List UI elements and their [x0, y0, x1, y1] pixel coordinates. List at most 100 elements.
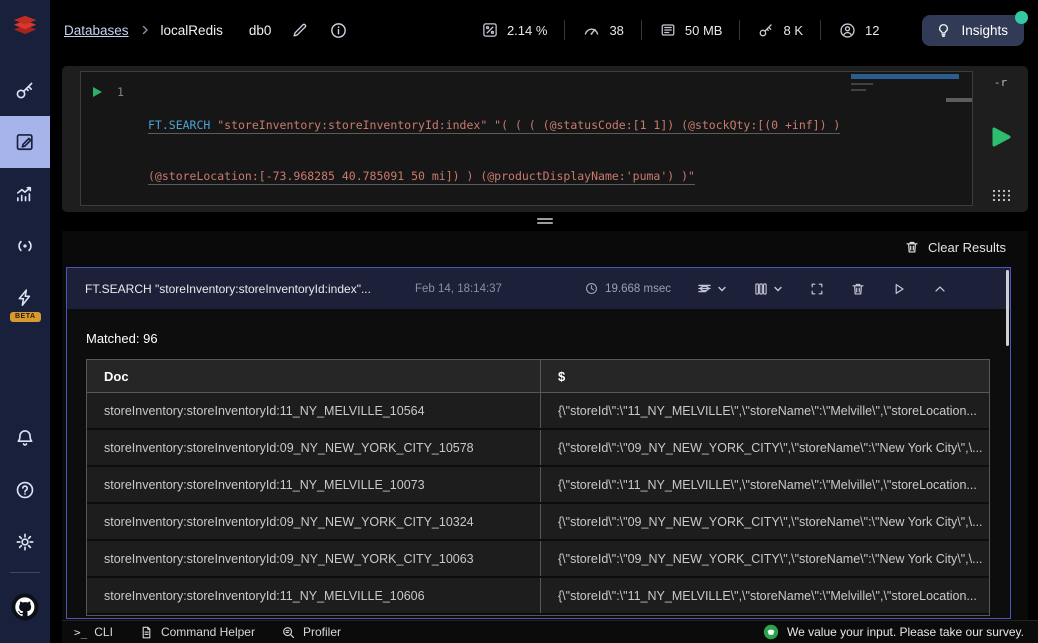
execution-time: 19.668 msec [584, 281, 671, 296]
run-query-button[interactable] [990, 125, 1012, 149]
table-row[interactable]: storeInventory:storeInventoryId:11_NY_ME… [87, 467, 989, 504]
results-table: Doc $ storeInventory:storeInventoryId:11… [86, 359, 990, 616]
sidebar-item-browser[interactable] [0, 64, 50, 116]
change-view-button[interactable] [991, 188, 1011, 203]
breadcrumb-databases-link[interactable]: Databases [64, 23, 129, 38]
result-card-header[interactable]: FT.SEARCH "storeInventory:storeInventory… [67, 268, 1010, 309]
execution-time-value: 19.668 msec [605, 282, 671, 295]
value-cell: {\"storeId\":\"09_NY_NEW_YORK_CITY\",\"s… [558, 551, 983, 566]
delete-result-button[interactable] [850, 281, 866, 297]
memory-icon [659, 21, 677, 39]
total-keys-icon [757, 21, 775, 39]
cli-button[interactable]: >_ CLI [74, 625, 113, 639]
run-line-button[interactable] [93, 87, 102, 97]
command-helper-button[interactable]: Command Helper [139, 625, 255, 640]
query-result-card: FT.SEARCH "storeInventory:storeInventory… [66, 267, 1011, 619]
question-icon [16, 481, 34, 499]
fullscreen-icon [811, 283, 823, 294]
profiler-button[interactable]: Profiler [281, 625, 341, 640]
lightbulb-icon [939, 23, 949, 37]
terminal-icon: >_ [74, 625, 88, 639]
editor-minimap [851, 74, 959, 91]
clock-icon [586, 282, 598, 295]
editor-scrollbar[interactable] [946, 98, 972, 102]
sidebar-item-notifications[interactable] [0, 412, 50, 464]
doc-cell: storeInventory:storeInventoryId:09_NY_NE… [87, 541, 541, 576]
code-line-1: FT.SEARCH "storeInventory:storeInventory… [148, 117, 972, 134]
metric-cpu-value: 2.14 % [506, 22, 548, 38]
chevron-down-icon [774, 286, 782, 291]
redis-logo[interactable] [0, 0, 50, 50]
cli-label: CLI [94, 625, 113, 639]
editor-gutter: 1 [81, 72, 147, 99]
sidebar-item-workbench[interactable] [0, 116, 50, 168]
survey-link[interactable]: We value your input. Please take our sur… [763, 624, 1024, 640]
metric-commands-per-sec: 38 [565, 21, 640, 40]
document-icon [142, 626, 151, 638]
survey-icon [763, 624, 779, 640]
rerun-query-button[interactable] [891, 281, 907, 297]
db-index-label: db0 [248, 22, 272, 38]
clear-results-label: Clear Results [927, 239, 1006, 255]
doc-cell: storeInventory:storeInventoryId:11_NY_ME… [87, 578, 541, 613]
sidebar-item-pubsub[interactable] [0, 220, 50, 272]
fullscreen-button[interactable] [809, 281, 825, 297]
commands-per-sec-icon [582, 21, 601, 40]
lightning-icon [18, 289, 31, 307]
doc-cell: storeInventory:storeInventoryId:09_NY_NE… [87, 504, 541, 539]
chevron-up-icon [935, 285, 945, 292]
profiler-magnifier-icon [283, 626, 294, 638]
results-scrollbar[interactable] [1006, 270, 1009, 346]
bottom-bar: >_ CLI Command Helper Profiler We value … [62, 620, 1038, 643]
database-metrics: 2.14 % 38 50 MB 8 K 12 [464, 20, 897, 40]
metric-memory: 50 MB [642, 21, 740, 39]
key-icon [16, 82, 33, 99]
sidebar-item-settings[interactable] [0, 516, 50, 568]
doc-cell: storeInventory:storeInventoryId:11_NY_ME… [87, 467, 541, 502]
sidebar-item-github[interactable] [0, 577, 50, 637]
metric-cpu: 2.14 % [464, 21, 564, 39]
grid-dots-icon [992, 189, 1010, 202]
line-number: 1 [117, 85, 124, 99]
table-row[interactable]: storeInventory:storeInventoryId:11_NY_ME… [87, 578, 989, 615]
sidebar-item-triggers-functions[interactable]: BETA [0, 272, 50, 324]
metric-keys-value: 8 K [783, 22, 803, 38]
clear-results-button[interactable]: Clear Results [904, 239, 1006, 255]
collapse-result-button[interactable] [932, 281, 948, 297]
redisinsight-app: BETA Databases localRedis db0 2.14 % 38 … [0, 0, 1038, 643]
code-editor[interactable]: 1 FT.SEARCH "storeInventory:storeInvento… [80, 71, 973, 206]
code-keyword: FT.SEARCH [148, 118, 211, 132]
table-row[interactable]: storeInventory:storeInventoryId:09_NY_NE… [87, 541, 989, 578]
connected-clients-icon [838, 21, 857, 40]
survey-label: We value your input. Please take our sur… [786, 625, 1024, 639]
view-mode-dropdown[interactable] [696, 280, 728, 297]
top-header: Databases localRedis db0 2.14 % 38 50 MB… [50, 0, 1038, 60]
insights-button[interactable]: Insights [922, 10, 1028, 46]
sidebar: BETA [0, 0, 50, 643]
sidebar-item-analysis[interactable] [0, 168, 50, 220]
result-timestamp: Feb 14, 18:14:37 [415, 282, 502, 295]
edit-database-button[interactable] [291, 21, 309, 39]
panel-resize-handle[interactable] [62, 215, 1028, 227]
columns-dropdown[interactable] [753, 281, 784, 297]
beta-badge: BETA [10, 312, 41, 322]
table-row[interactable]: storeInventory:storeInventoryId:11_NY_ME… [87, 393, 989, 430]
sidebar-item-help[interactable] [0, 464, 50, 516]
metric-total-keys: 8 K [740, 21, 820, 39]
column-header-doc[interactable]: Doc [87, 360, 541, 392]
sidebar-bottom-nav [0, 412, 50, 643]
insights-label: Insights [961, 22, 1008, 38]
profiler-label: Profiler [302, 625, 341, 639]
table-row[interactable]: storeInventory:storeInventoryId:09_NY_NE… [87, 504, 989, 541]
metric-commands-value: 38 [609, 22, 624, 38]
pubsub-icon [18, 240, 32, 252]
column-header-value[interactable]: $ [541, 360, 989, 392]
code-line-2: (@storeLocation:[-73.968285 40.785091 50… [148, 168, 972, 185]
gear-icon [16, 533, 34, 551]
database-info-button[interactable] [329, 21, 348, 40]
table-row[interactable]: storeInventory:storeInventoryId:09_NY_NE… [87, 430, 989, 467]
trash-icon [852, 283, 864, 295]
text-view-icon [698, 284, 711, 293]
info-icon [331, 22, 347, 38]
code-line2-string: (@storeLocation:[-73.968285 40.785091 50… [148, 169, 695, 183]
